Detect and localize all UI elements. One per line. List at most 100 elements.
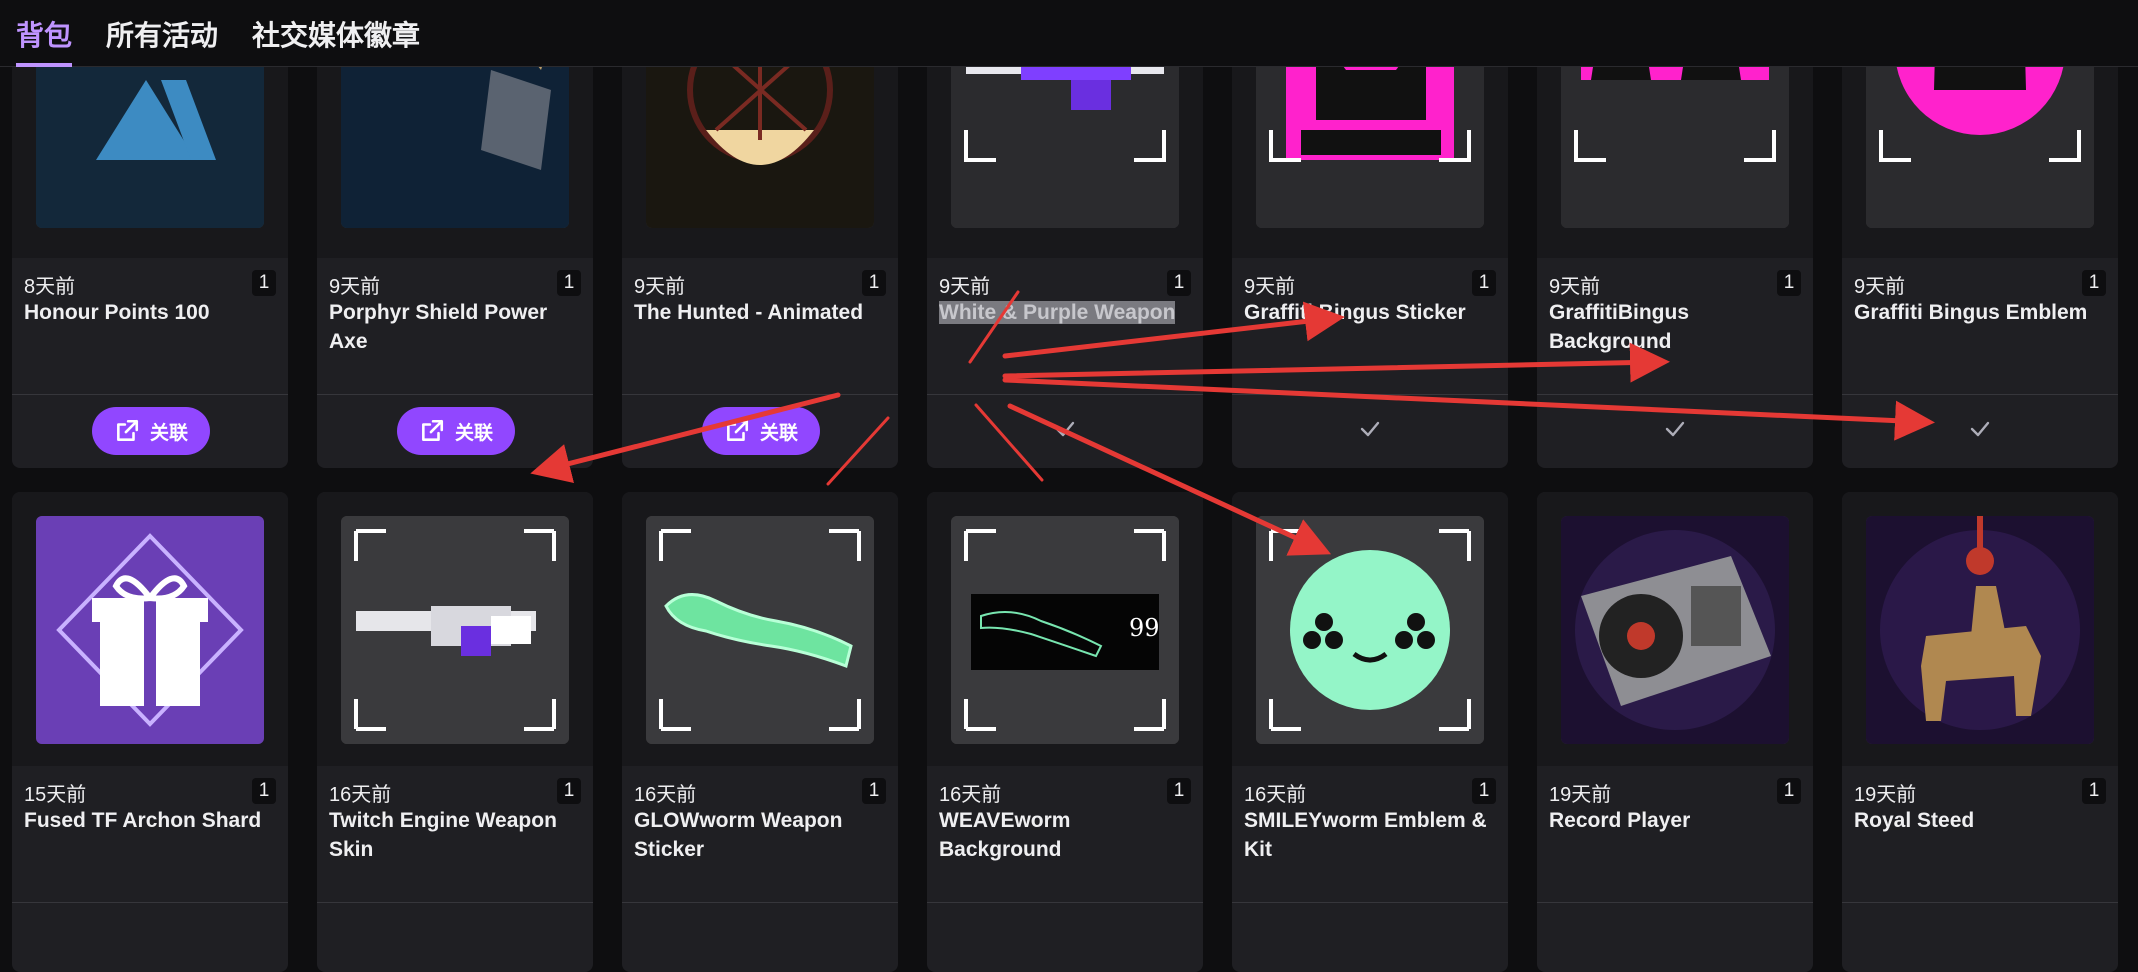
inventory-card[interactable]: 9天前 1 Graffiti Bingus Sticker <box>1232 0 1508 468</box>
item-title-text: Graffiti Bingus Emblem <box>1854 301 2088 324</box>
card-action-area: 关联 <box>12 394 288 467</box>
item-quantity-badge: 1 <box>1472 778 1496 804</box>
item-title: Honour Points 100 <box>24 298 276 327</box>
item-title-text: Fused TF Archon Shard <box>24 809 262 832</box>
item-date: 8天前 <box>24 276 76 298</box>
item-title-text: Graffiti Bingus Sticker <box>1244 301 1466 324</box>
link-button-label: 关联 <box>454 422 493 444</box>
item-quantity-badge: 1 <box>1777 270 1801 296</box>
inventory-card[interactable]: 9天前 1 GraffitiBingus Background <box>1537 0 1813 468</box>
card-info: 9天前 1 GraffitiBingus Background <box>1537 258 1813 394</box>
item-date: 9天前 <box>329 276 381 298</box>
item-quantity-badge: 1 <box>1167 270 1191 296</box>
item-date: 15天前 <box>24 784 87 806</box>
link-button-label: 关联 <box>149 422 188 444</box>
card-action-area <box>927 394 1203 467</box>
card-action-area <box>1842 394 2118 467</box>
item-date: 19天前 <box>1854 784 1917 806</box>
item-date: 9天前 <box>634 276 686 298</box>
external-link-icon <box>117 419 139 441</box>
item-date: 9天前 <box>1244 276 1296 298</box>
item-title: GraffitiBingus Background <box>1549 298 1801 356</box>
tab-all-activity[interactable]: 所有活动 <box>106 14 218 66</box>
card-info: 9天前 1 White & Purple Weapon <box>927 258 1203 394</box>
card-action-area <box>317 902 593 972</box>
card-info: 19天前 1 Record Player <box>1537 766 1813 902</box>
item-thumbnail-gift <box>36 516 264 744</box>
item-quantity-badge: 1 <box>862 270 886 296</box>
item-quantity-badge: 1 <box>2082 778 2106 804</box>
inventory-card[interactable]: 16天前 1 Twitch Engine Weapon Skin <box>317 492 593 972</box>
item-title: Twitch Engine Weapon Skin <box>329 806 581 864</box>
inventory-card[interactable]: 9天前 1 The Hunted - Animated 关联 <box>622 0 898 468</box>
card-info: 16天前 1 SMILEYworm Emblem & Kit <box>1232 766 1508 902</box>
item-date: 19天前 <box>1549 784 1612 806</box>
link-button-label: 关联 <box>759 422 798 444</box>
item-title: GLOWworm Weapon Sticker <box>634 806 886 864</box>
tab-backpack[interactable]: 背包 <box>16 14 73 67</box>
inventory-card[interactable]: 19天前 1 Record Player <box>1537 492 1813 972</box>
inventory-card[interactable]: 99 16天前 1 WEAVEworm Background <box>927 492 1203 972</box>
item-title: WEAVEworm Background <box>939 806 1191 864</box>
item-quantity-badge: 1 <box>1472 270 1496 296</box>
external-link-icon <box>727 419 749 441</box>
item-quantity-badge: 1 <box>1167 778 1191 804</box>
item-title: SMILEYworm Emblem & Kit <box>1244 806 1496 864</box>
card-action-area <box>1232 902 1508 972</box>
card-info: 8天前 1 Honour Points 100 <box>12 258 288 394</box>
item-thumbnail-glowworm <box>646 516 874 744</box>
item-title: Fused TF Archon Shard <box>24 806 276 835</box>
item-title-text: White & Purple Weapon <box>939 301 1176 324</box>
item-thumbnail-smiley <box>1256 516 1484 744</box>
item-title: Porphyr Shield Power Axe <box>329 298 581 356</box>
card-info: 16天前 1 WEAVEworm Background <box>927 766 1203 902</box>
item-date: 9天前 <box>1854 276 1906 298</box>
item-title: Royal Steed <box>1854 806 2106 835</box>
card-action-area: 关联 <box>317 394 593 467</box>
item-date: 16天前 <box>329 784 392 806</box>
card-action-area <box>1232 394 1508 467</box>
card-info: 9天前 1 The Hunted - Animated <box>622 258 898 394</box>
item-title: Graffiti Bingus Emblem <box>1854 298 2106 327</box>
item-title-text: SMILEYworm Emblem & Kit <box>1244 809 1487 861</box>
card-action-area <box>622 902 898 972</box>
inventory-tabs: 背包 所有活动 社交媒体徽章 <box>0 0 2138 67</box>
card-action-area <box>12 902 288 972</box>
card-info: 9天前 1 Graffiti Bingus Sticker <box>1232 258 1508 394</box>
inventory-card[interactable]: 15天前 1 Fused TF Archon Shard <box>12 492 288 972</box>
external-link-icon <box>422 419 444 441</box>
link-account-button[interactable]: 关联 <box>702 407 820 455</box>
item-quantity-badge: 1 <box>1777 778 1801 804</box>
item-thumbnail-white-gun <box>341 516 569 744</box>
item-title: White & Purple Weapon <box>939 298 1191 327</box>
link-account-button[interactable]: 关联 <box>92 407 210 455</box>
item-title-text: GraffitiBingus Background <box>1549 301 1689 353</box>
item-title-text: Royal Steed <box>1854 809 1975 832</box>
inventory-card[interactable]: 19天前 1 Royal Steed <box>1842 492 2118 972</box>
item-quantity-badge: 1 <box>862 778 886 804</box>
item-title-text: Twitch Engine Weapon Skin <box>329 809 557 861</box>
card-info: 19天前 1 Royal Steed <box>1842 766 2118 902</box>
inventory-card[interactable]: 16天前 1 SMILEYworm Emblem & Kit <box>1232 492 1508 972</box>
card-info: 15天前 1 Fused TF Archon Shard <box>12 766 288 902</box>
item-quantity-badge: 1 <box>557 270 581 296</box>
tab-social-badges[interactable]: 社交媒体徽章 <box>252 14 420 66</box>
item-title-text: Porphyr Shield Power Axe <box>329 301 548 353</box>
item-title-text: Record Player <box>1549 809 1691 832</box>
item-title-text: Honour Points 100 <box>24 301 210 324</box>
card-info: 16天前 1 GLOWworm Weapon Sticker <box>622 766 898 902</box>
link-account-button[interactable]: 关联 <box>397 407 515 455</box>
item-quantity-badge: 1 <box>252 778 276 804</box>
inventory-card[interactable]: 16天前 1 GLOWworm Weapon Sticker <box>622 492 898 972</box>
checkmark-icon <box>1360 421 1380 437</box>
inventory-card[interactable]: 8天前 1 Honour Points 100 关联 <box>12 0 288 468</box>
item-thumbnail-weaveworm: 99 <box>951 516 1179 744</box>
item-date: 9天前 <box>939 276 991 298</box>
inventory-card[interactable]: 9天前 1 Porphyr Shield Power Axe 关联 <box>317 0 593 468</box>
item-quantity-badge: 1 <box>557 778 581 804</box>
card-action-area: 关联 <box>622 394 898 467</box>
inventory-card[interactable]: 9天前 1 White & Purple Weapon <box>927 0 1203 468</box>
inventory-card[interactable]: 9天前 1 Graffiti Bingus Emblem <box>1842 0 2118 468</box>
item-title-text: WEAVEworm Background <box>939 809 1071 861</box>
card-info: 9天前 1 Porphyr Shield Power Axe <box>317 258 593 394</box>
